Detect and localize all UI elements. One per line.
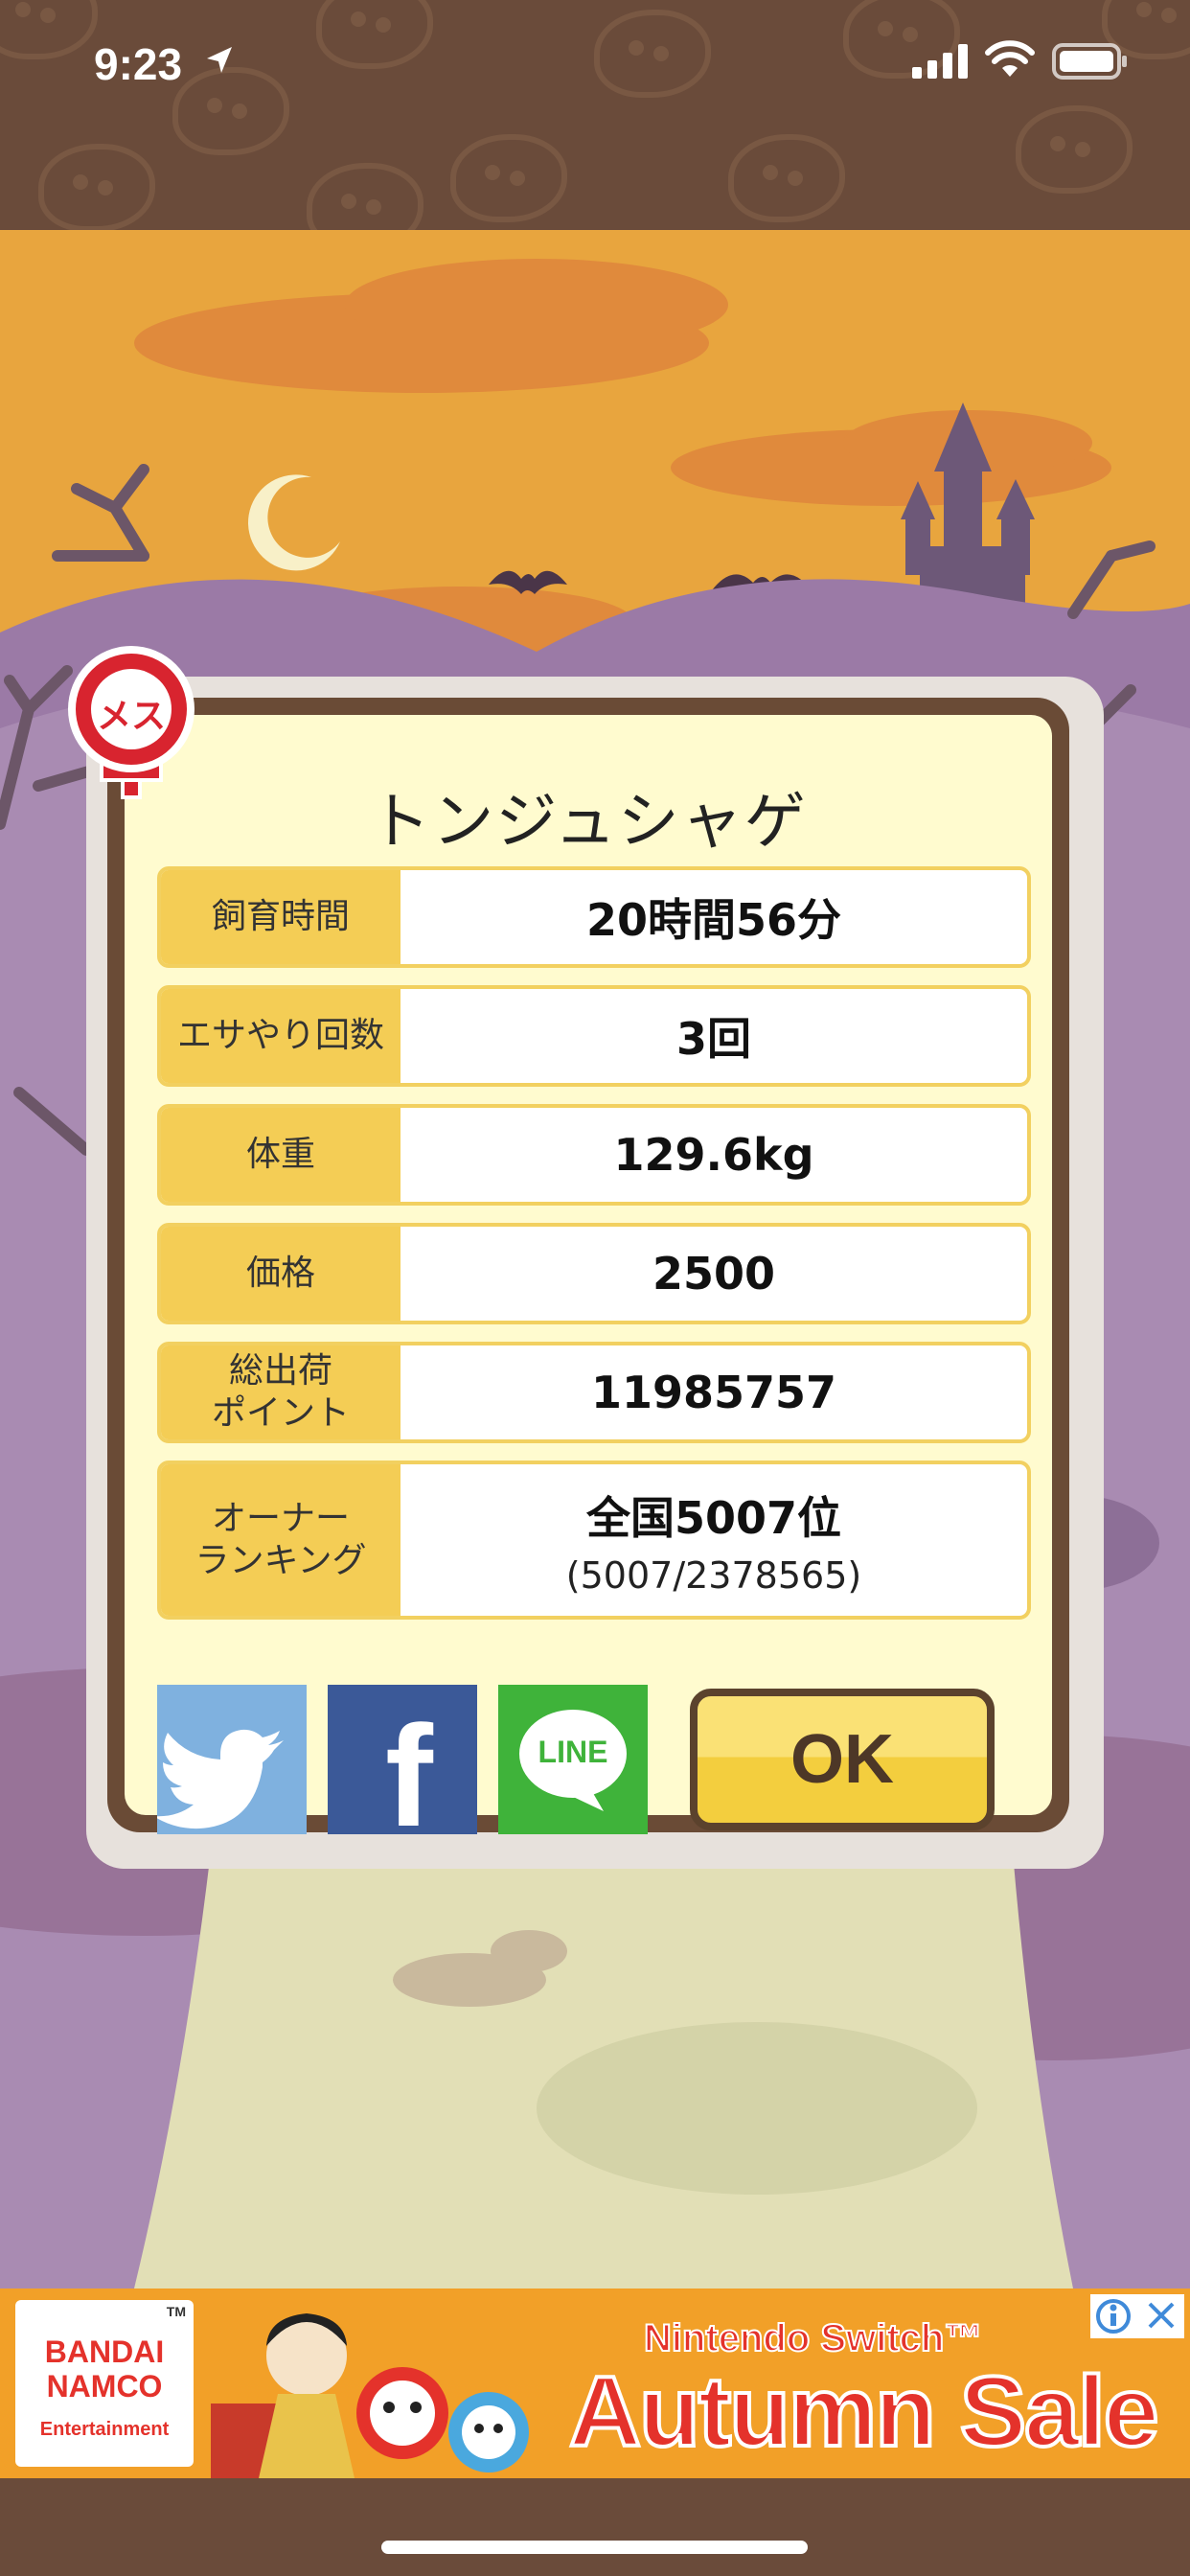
brand-line1: BANDAI [44, 2334, 165, 2369]
dialog-body: トンジュシャゲ 飼育時間 20時間56分 エサやり回数 3回 体重 129.6k… [125, 715, 1052, 1848]
stat-row-weight: 体重 129.6kg [157, 1104, 1031, 1206]
female-badge: メス [59, 642, 203, 805]
ad-close-icon[interactable] [1138, 2294, 1184, 2338]
home-indicator[interactable] [381, 2541, 808, 2554]
stat-row-raising-time: 飼育時間 20時間56分 [157, 866, 1031, 968]
pet-info-dialog: トンジュシャゲ 飼育時間 20時間56分 エサやり回数 3回 体重 129.6k… [68, 646, 1104, 1869]
ad-info-icon[interactable] [1090, 2294, 1134, 2338]
brand-line2: NAMCO [46, 2369, 163, 2404]
ad-headline: Autumn Sale [567, 2355, 1161, 2470]
facebook-share-button[interactable]: f [328, 1685, 477, 1848]
taiko-characters-illustration [211, 2313, 529, 2478]
ranking-value-group: 全国5007位 (5007/2378565) [400, 1464, 1027, 1616]
ok-button[interactable]: OK [690, 1689, 995, 1830]
stat-label: 総出荷 ポイント [161, 1346, 400, 1439]
stat-label: オーナー ランキング [161, 1464, 400, 1616]
stat-label: 飼育時間 [161, 870, 400, 964]
stat-label: 価格 [161, 1227, 400, 1321]
trademark-mark: TM [166, 2304, 186, 2319]
stat-value: 11985757 [590, 1367, 837, 1418]
twitter-bird-icon [153, 1729, 284, 1829]
ad-tagline: Nintendo Switch™ [643, 2316, 983, 2360]
stat-label: 体重 [161, 1108, 400, 1202]
line-logo-label: LINE [538, 1735, 608, 1769]
facebook-logo-icon: f [385, 1695, 433, 1856]
twitter-share-button[interactable] [153, 1685, 307, 1834]
bandai-namco-logo: TM BANDAI NAMCO Entertainment [15, 2300, 194, 2467]
ranking-value: 全国5007位 [585, 1492, 842, 1544]
location-arrow-icon [207, 47, 232, 73]
line-share-button[interactable]: LINE [498, 1685, 648, 1834]
stat-row-shipping-points: 総出荷 ポイント 11985757 [157, 1342, 1031, 1443]
dialog-frame: トンジュシャゲ 飼育時間 20時間56分 エサやり回数 3回 体重 129.6k… [107, 698, 1069, 1848]
bottom-bar [0, 2478, 1190, 2576]
cellular-signal-icon [912, 44, 968, 79]
battery-icon [1052, 43, 1127, 80]
status-bar: 9:23 [0, 0, 1190, 230]
stat-row-feed-count: エサやり回数 3回 [157, 985, 1031, 1087]
stat-label: エサやり回数 [161, 989, 400, 1083]
ad-banner[interactable]: TM BANDAI NAMCO Entertainment Nintendo S… [0, 2288, 1190, 2478]
wifi-icon [985, 40, 1035, 77]
stat-row-price: 価格 2500 [157, 1223, 1031, 1324]
brand-line3: Entertainment [39, 2419, 170, 2440]
female-badge-label: メス [96, 697, 166, 736]
stat-value: 3回 [675, 1013, 751, 1065]
ranking-detail: (5007/2378565) [565, 1554, 862, 1597]
stat-row-owner-ranking: オーナー ランキング 全国5007位 (5007/2378565) [157, 1460, 1031, 1620]
pet-name: トンジュシャゲ [369, 787, 808, 858]
status-time: 9:23 [94, 39, 183, 89]
stat-value: 20時間56分 [585, 894, 842, 946]
stat-value: 2500 [652, 1248, 776, 1300]
stat-value: 129.6kg [613, 1129, 814, 1181]
